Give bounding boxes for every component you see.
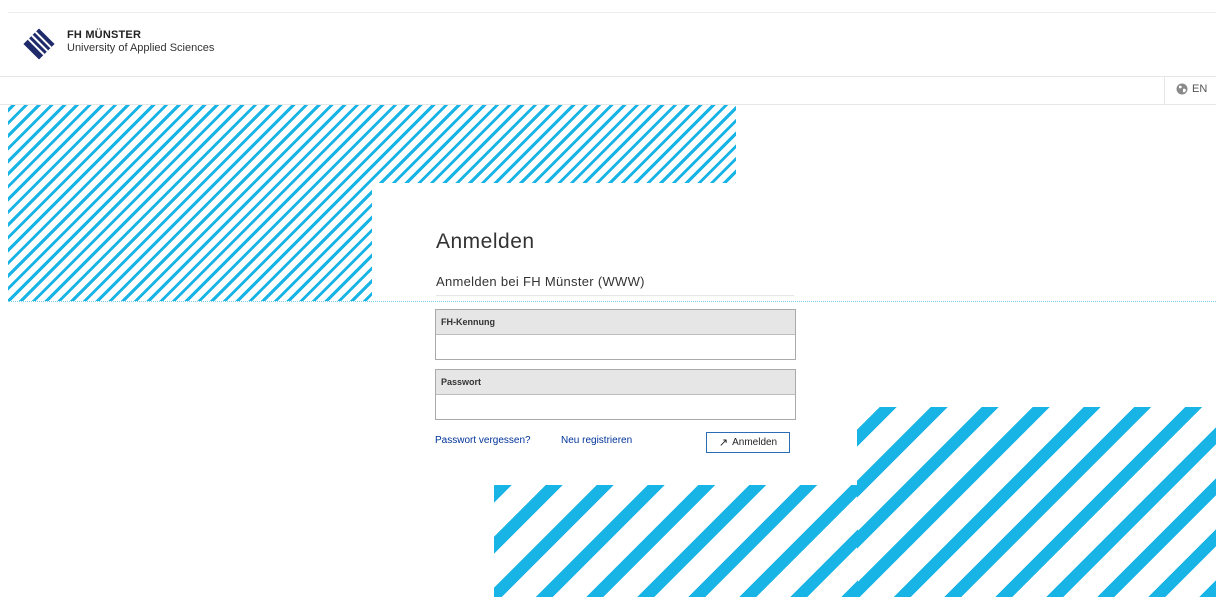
language-bar: EN (0, 77, 1216, 105)
login-button-label: Anmelden (732, 437, 778, 448)
username-label: FH-Kennung (436, 310, 795, 335)
page-title: Anmelden (436, 230, 535, 253)
username-input[interactable] (436, 335, 795, 359)
login-page: FH MÜNSTER University of Applied Science… (0, 0, 1216, 597)
fh-muenster-logo-icon[interactable] (22, 27, 56, 61)
globe-icon (1176, 83, 1188, 95)
forgot-password-link[interactable]: Passwort vergessen? (435, 435, 531, 446)
dotted-divider (8, 301, 1216, 302)
brand-subtitle: University of Applied Sciences (67, 42, 215, 54)
register-link[interactable]: Neu registrieren (561, 435, 632, 446)
arrow-up-right-icon: ↗ (718, 437, 729, 449)
username-field: FH-Kennung (435, 309, 796, 360)
brand-name: FH MÜNSTER (67, 29, 142, 41)
login-panel: Anmelden Anmelden bei FH Münster (WWW) (436, 230, 796, 296)
login-subtitle: Anmelden bei FH Münster (WWW) (436, 274, 794, 296)
brand-text[interactable]: FH MÜNSTER University of Applied Science… (67, 29, 214, 55)
decorative-stripes-bottom-left (494, 485, 858, 597)
decorative-stripes-bottom-right (857, 407, 1216, 597)
login-button[interactable]: ↗ Anmelden (706, 432, 790, 453)
language-divider (1164, 77, 1165, 104)
password-input[interactable] (436, 395, 795, 419)
password-label: Passwort (436, 370, 795, 395)
language-label: EN (1192, 83, 1208, 95)
site-header: FH MÜNSTER University of Applied Science… (0, 13, 1216, 77)
language-switch[interactable]: EN (1176, 83, 1207, 95)
password-field: Passwort (435, 369, 796, 420)
